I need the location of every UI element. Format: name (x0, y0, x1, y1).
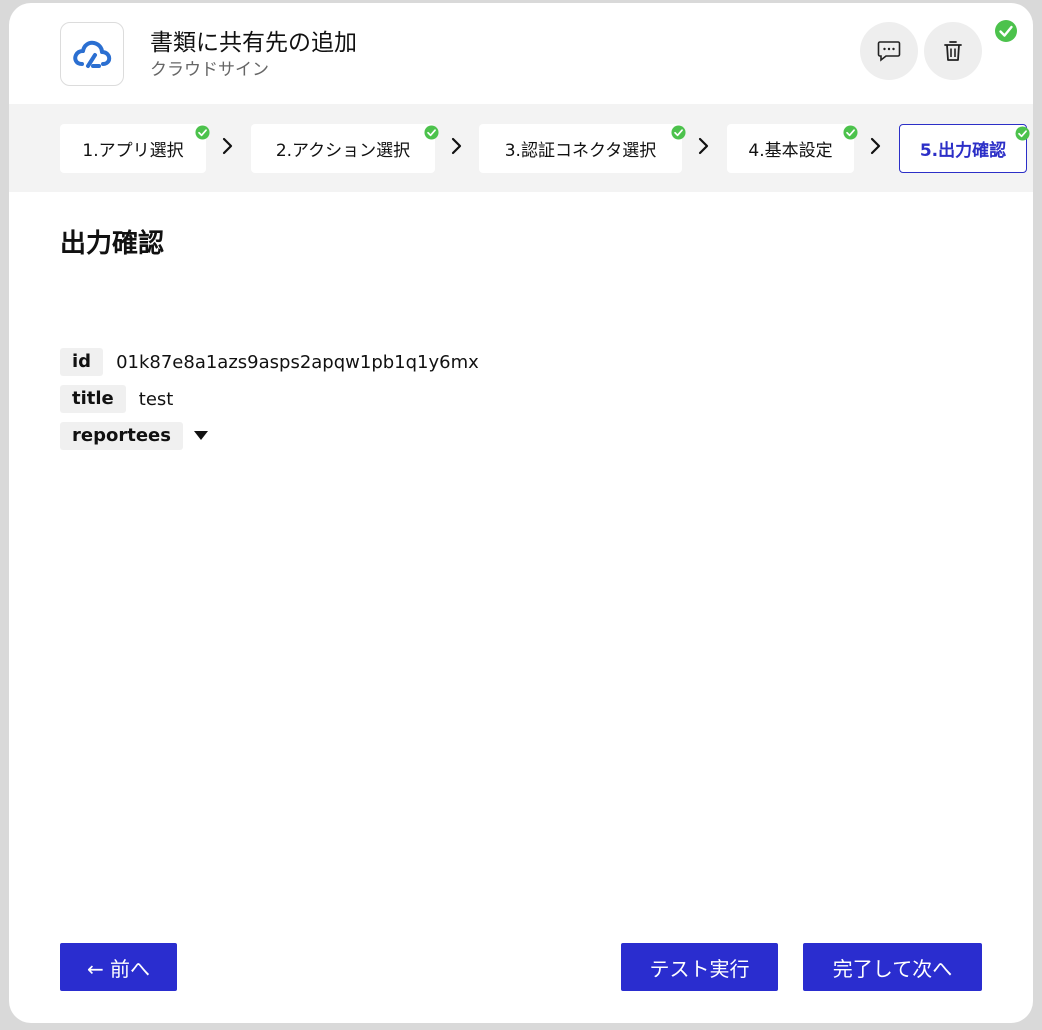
output-field-id: id 01k87e8a1azs9asps2apqw1pb1q1y6mx (60, 348, 479, 376)
check-circle-icon (1015, 126, 1030, 141)
field-key: id (60, 348, 104, 376)
step-label: 5.出力確認 (919, 141, 1007, 161)
field-value: test (138, 388, 174, 410)
field-key: reportees (60, 422, 183, 450)
chevron-right-icon (698, 137, 709, 155)
complete-next-button[interactable]: 完了して次へ (803, 943, 982, 991)
step-label: 4.基本設定 (748, 141, 833, 161)
test-run-button[interactable]: テスト実行 (621, 943, 778, 991)
step-4[interactable]: 4.基本設定 (727, 124, 858, 173)
title-block: 書類に共有先の追加 クラウドサイン (150, 28, 357, 82)
trash-icon (944, 41, 962, 61)
step-label: 1.アプリ選択 (82, 141, 184, 161)
delete-button[interactable] (924, 22, 982, 80)
caret-down-icon[interactable] (193, 431, 208, 441)
chevron-right-icon (870, 137, 881, 155)
check-circle-icon (195, 125, 210, 140)
app-subtitle: クラウドサイン (150, 60, 269, 80)
check-circle-icon (843, 125, 858, 140)
check-circle-icon (671, 125, 686, 140)
cloudsign-logo-icon (73, 40, 112, 68)
prev-button[interactable]: ← 前へ (60, 943, 177, 991)
app-logo (60, 22, 124, 86)
page-title: 書類に共有先の追加 (150, 30, 357, 56)
step-label: 2.アクション選択 (275, 141, 411, 161)
step-1[interactable]: 1.アプリ選択 (60, 124, 210, 173)
chevron-right-icon (222, 137, 233, 155)
step-3[interactable]: 3.認証コネクタ選択 (479, 124, 686, 173)
chevron-right-icon (451, 137, 462, 155)
comment-icon (877, 41, 901, 62)
output-field-title: title test (60, 385, 173, 413)
field-key: title (60, 385, 126, 413)
output-field-reportees[interactable]: reportees (60, 422, 208, 450)
check-circle-icon (424, 125, 439, 140)
modal-card: 書類に共有先の追加 クラウドサイン 1.アプリ選択 2.アクション選択 3.認証… (9, 3, 1033, 1023)
check-circle-icon (995, 20, 1017, 42)
step-2[interactable]: 2.アクション選択 (251, 124, 439, 173)
step-5[interactable]: 5.出力確認 (899, 124, 1030, 173)
section-title: 出力確認 (60, 229, 165, 259)
field-value: 01k87e8a1azs9asps2apqw1pb1q1y6mx (116, 351, 479, 373)
step-label: 3.認証コネクタ選択 (504, 141, 657, 161)
comment-button[interactable] (860, 22, 918, 80)
step-navigation: 1.アプリ選択 2.アクション選択 3.認証コネクタ選択 4.基本設定 5.出力… (9, 104, 1033, 192)
